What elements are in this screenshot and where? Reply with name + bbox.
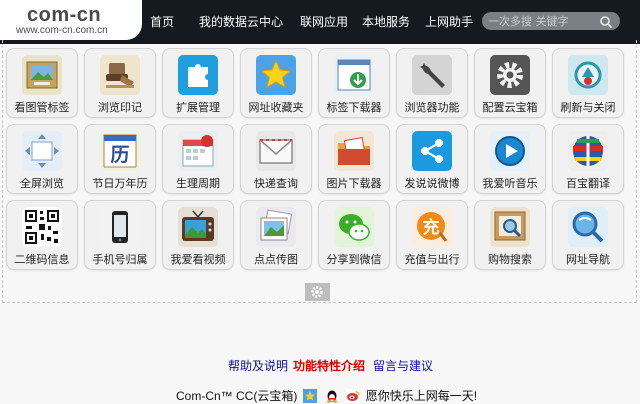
tile-label: 浏览器功能 [404,101,460,114]
weibo-icon[interactable] [345,389,360,403]
tile-shopping-search[interactable]: 购物搜索 [474,200,546,270]
photos-icon [256,207,296,247]
qq-icon[interactable] [325,389,339,403]
wechat-icon [334,207,374,247]
tile-label: 看图管标签 [14,101,70,114]
tile-label: 扩展管理 [176,101,220,114]
tile-translate[interactable]: 百宝翻译 [552,124,624,194]
nav-online-apps[interactable]: 联网应用 [300,13,348,30]
tile-label: 网址导航 [566,253,610,266]
logo-title: com-cn [27,4,102,26]
tile-web-navigation[interactable]: 网址导航 [552,200,624,270]
tile-label: 分享到微信 [326,253,382,266]
nav-home[interactable]: 首页 [150,13,174,30]
tile-label: 手机号归属 [92,253,148,266]
calendar-glyph: 历 [110,144,129,166]
tile-label: 购物搜索 [488,253,532,266]
tile-tab-downloader[interactable]: 标签下载器 [318,48,390,118]
search-icon[interactable] [599,14,613,29]
gear-icon [490,55,530,95]
tile-label: 点点传图 [254,253,298,266]
features-link[interactable]: 功能特性介绍 [293,357,365,374]
nav-local-services[interactable]: 本地服务 [362,13,410,30]
nav-web-assistant[interactable]: 上网助手 [425,13,473,30]
tile-recharge-travel[interactable]: 充 充值与出行 [396,200,468,270]
search-box [482,12,620,30]
fullscreen-icon [22,131,62,171]
tile-refresh-close[interactable]: 刷新与关闭 [552,48,624,118]
tile-cycle-calendar[interactable]: 生理周期 [162,124,234,194]
puzzle-icon [178,55,218,95]
photo-frame-icon [22,55,62,95]
wrench-icon [412,55,452,95]
folder-icon [334,131,374,171]
navigation-icon [568,207,608,247]
recycle-icon [568,55,608,95]
footer-credits: Com-Cn™ CC(云宝箱) 愿你快乐上网每一天! [176,385,478,403]
tile-share-wechat[interactable]: 分享到微信 [318,200,390,270]
logo-url: www.com-cn.com.cn [16,25,108,36]
tile-fullscreen[interactable]: 全屏浏览 [6,124,78,194]
footer-slogan: 愿你快乐上网每一天! [365,389,478,403]
tile-label: 我爱听音乐 [482,177,538,190]
tile-label: 刷新与关闭 [560,101,616,114]
help-link[interactable]: 帮助及说明 [228,357,288,374]
recharge-icon: 充 [412,207,452,247]
tile-label: 配置云宝箱 [482,101,538,114]
tile-image-downloader[interactable]: 图片下载器 [318,124,390,194]
tv-icon [178,207,218,247]
tile-calendar[interactable]: 历 节日万年历 [84,124,156,194]
search-input[interactable] [488,13,594,29]
tile-label: 标签下载器 [326,101,382,114]
tile-label: 快递查询 [254,177,298,190]
share-icon [412,131,452,171]
stamp-icon [100,55,140,95]
tile-image-tags[interactable]: 看图管标签 [6,48,78,118]
tile-post-weibo[interactable]: 发说说微博 [396,124,468,194]
calendar-icon: 历 [100,131,140,171]
envelope-icon [256,131,296,171]
tile-bookmarks[interactable]: 网址收藏夹 [240,48,312,118]
recharge-glyph: 充 [423,217,440,238]
site-logo[interactable]: com-cn www.com-cn.com.cn [0,0,142,40]
nav-data-cloud[interactable]: 我的数据云中心 [199,13,283,30]
tile-qr-code[interactable]: 二维码信息 [6,200,78,270]
tile-label: 百宝翻译 [566,177,610,190]
tile-extensions[interactable]: 扩展管理 [162,48,234,118]
settings-toggle-button[interactable] [305,283,330,301]
star-badge-icon[interactable] [303,389,318,403]
tile-browser-functions[interactable]: 浏览器功能 [396,48,468,118]
tile-video[interactable]: 我爱看视频 [162,200,234,270]
tile-label: 全屏浏览 [20,177,64,190]
cycle-calendar-icon [178,131,218,171]
shopping-search-icon [490,207,530,247]
star-icon [256,55,296,95]
gear-icon [311,286,323,298]
tile-label: 浏览印记 [98,101,142,114]
tile-photo-upload[interactable]: 点点传图 [240,200,312,270]
tile-label: 发说说微博 [404,177,460,190]
download-window-icon [334,55,374,95]
tile-label: 网址收藏夹 [248,101,304,114]
tile-music[interactable]: 我爱听音乐 [474,124,546,194]
mobile-phone-icon [100,207,140,247]
tile-label: 二维码信息 [14,253,70,266]
tile-label: 图片下载器 [326,177,382,190]
tile-express-tracking[interactable]: 快递查询 [240,124,312,194]
tile-label: 生理周期 [176,177,220,190]
qr-code-icon [22,207,62,247]
tile-label: 节日万年历 [92,177,148,190]
tile-label: 充值与出行 [404,253,460,266]
globe-flags-icon [568,131,608,171]
top-nav-bar: com-cn www.com-cn.com.cn 首页 我的数据云中心 联网应用… [0,0,640,44]
music-icon [490,131,530,171]
feedback-link[interactable]: 留言与建议 [373,357,433,374]
tile-phone-lookup[interactable]: 手机号归属 [84,200,156,270]
tile-browse-history[interactable]: 浏览印记 [84,48,156,118]
tile-label: 我爱看视频 [170,253,226,266]
tile-configure-cloud-box[interactable]: 配置云宝箱 [474,48,546,118]
footer-product: Com-Cn™ CC(云宝箱) [176,389,298,403]
